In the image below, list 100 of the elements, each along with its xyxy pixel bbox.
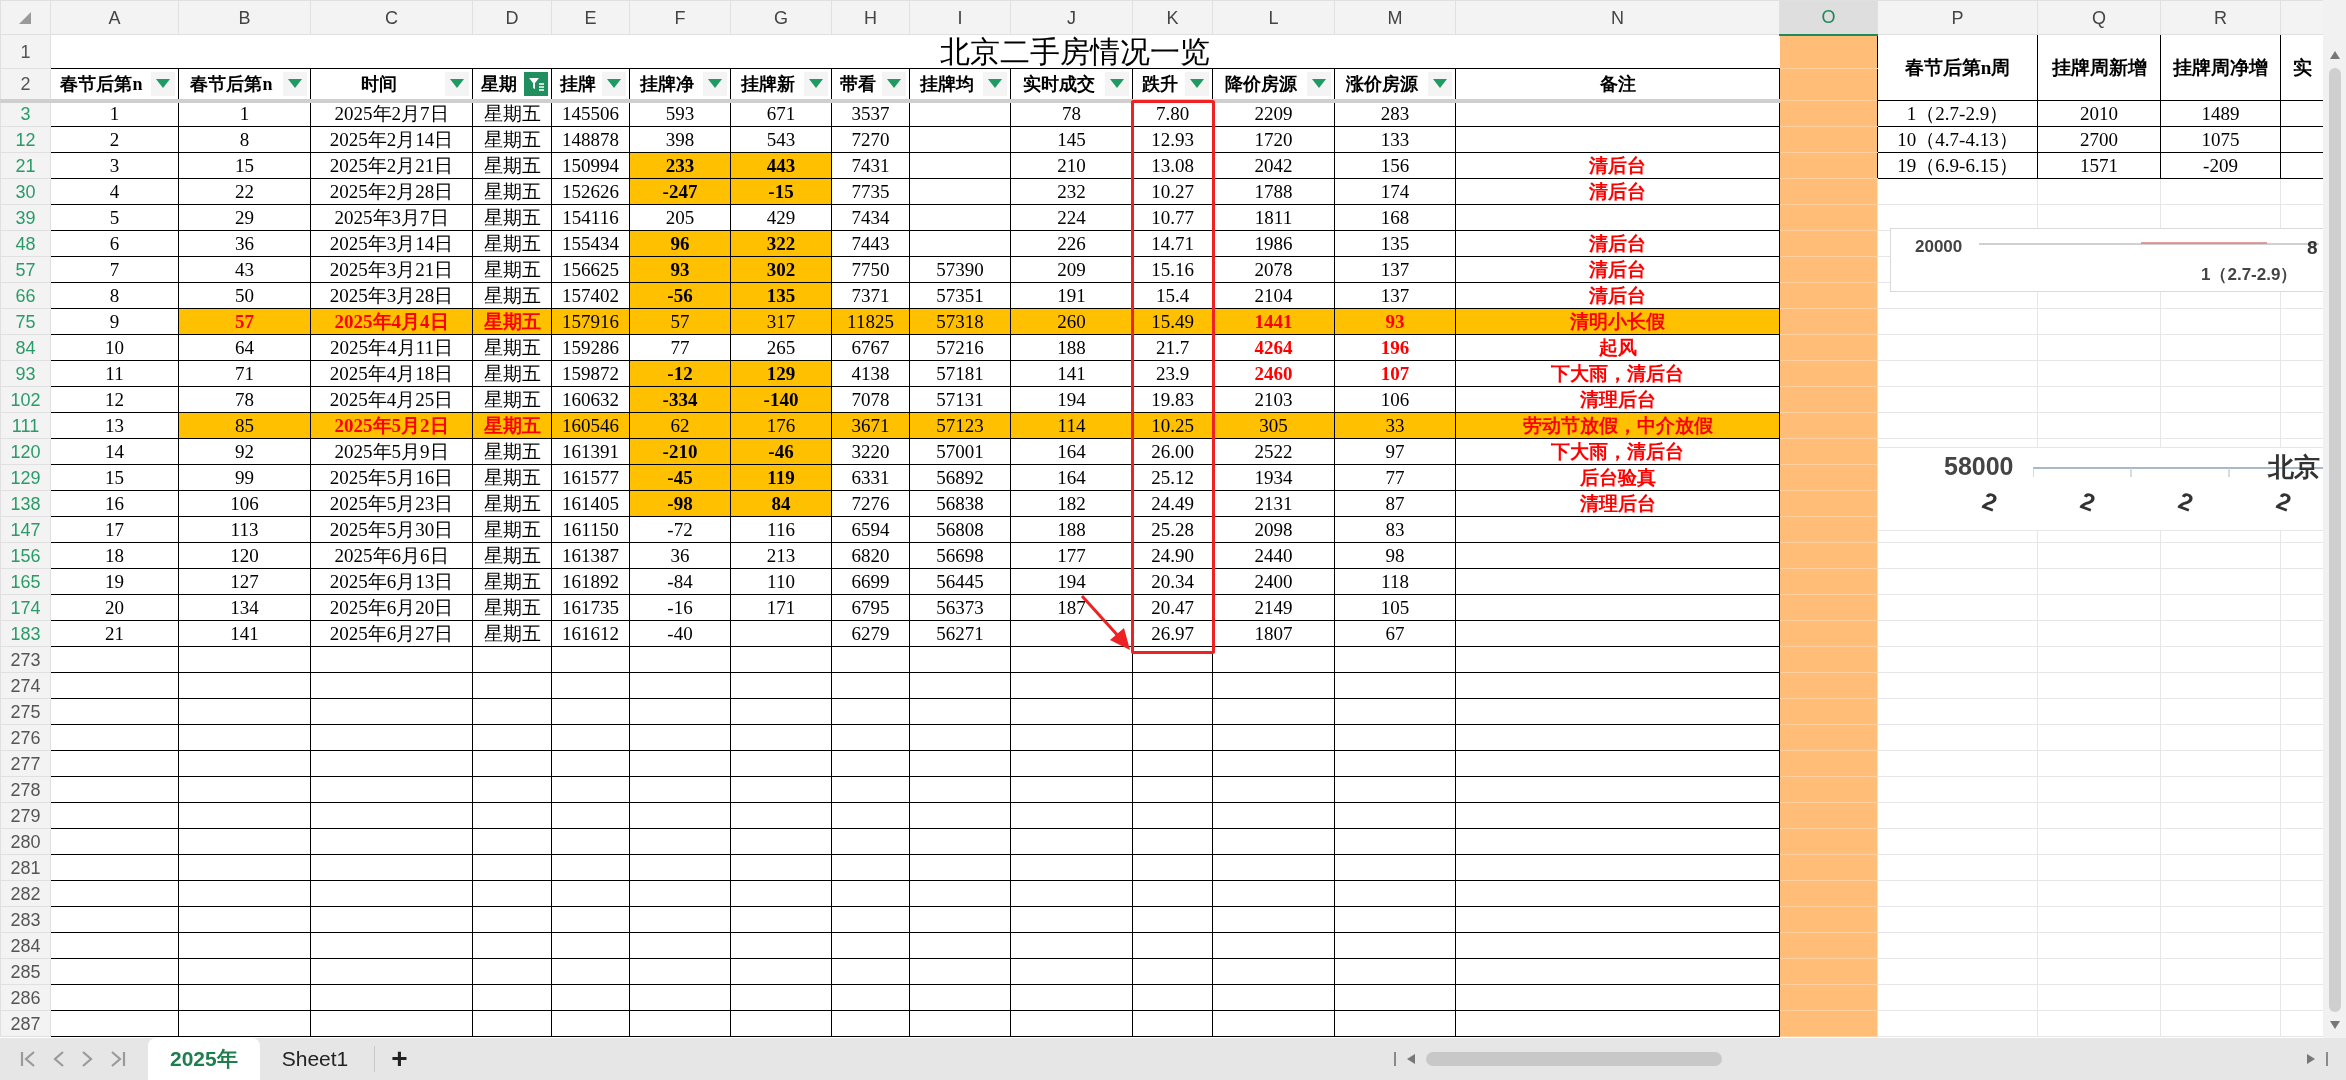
table-cell: 16 (50, 490, 179, 517)
dropdown-triangle-icon[interactable] (450, 78, 464, 89)
table-cell: 2025年2月28日 (310, 178, 473, 205)
filter-dropdown-button[interactable] (703, 71, 727, 96)
dropdown-triangle-icon[interactable] (809, 78, 823, 89)
table-cell: 56271 (909, 620, 1011, 647)
column-header[interactable]: J (1010, 0, 1133, 35)
dropdown-triangle-icon[interactable] (708, 78, 722, 89)
table-cell: 11825 (831, 308, 910, 335)
table-cell: 2042 (1212, 152, 1335, 179)
column-header[interactable]: I (909, 0, 1011, 35)
row-number[interactable]: 276 (0, 724, 51, 751)
table-cell: 161150 (551, 516, 630, 543)
column-title: 带看 (838, 72, 877, 95)
dropdown-triangle-icon[interactable] (1433, 78, 1447, 89)
column-header[interactable]: R (2160, 0, 2281, 35)
row-number[interactable]: 280 (0, 828, 51, 855)
table-cell: 13 (50, 412, 179, 439)
dropdown-triangle-icon[interactable] (1110, 78, 1124, 89)
filter-dropdown-button[interactable] (1185, 71, 1209, 96)
table-cell: 233 (629, 152, 731, 179)
row-number[interactable]: 283 (0, 906, 51, 933)
row-number[interactable]: 285 (0, 958, 51, 985)
table-cell: 2104 (1212, 282, 1335, 309)
column-header[interactable]: F (629, 0, 731, 35)
column-header[interactable]: G (730, 0, 832, 35)
scroll-thumb[interactable] (1426, 1052, 1722, 1066)
column-header[interactable]: B (178, 0, 311, 35)
previous-sheet-button[interactable] (52, 1049, 66, 1069)
table-cell: 265 (730, 334, 832, 361)
table-cell: 593 (629, 100, 731, 127)
sheet-tab[interactable]: 2025年 (148, 1038, 260, 1080)
row-number[interactable]: 279 (0, 802, 51, 829)
dropdown-triangle-icon[interactable] (288, 78, 302, 89)
table-header: 挂牌周新增 (2037, 34, 2161, 101)
row-number[interactable]: 282 (0, 880, 51, 907)
row-number[interactable]: 274 (0, 672, 51, 699)
row-number[interactable]: 284 (0, 932, 51, 959)
vertical-scrollbar[interactable] (2323, 0, 2346, 1038)
column-header[interactable]: C (310, 0, 473, 35)
table-cell: 77 (629, 334, 731, 361)
filter-dropdown-button[interactable] (1105, 71, 1129, 96)
select-all-icon[interactable] (19, 11, 31, 24)
column-header[interactable]: Q (2037, 0, 2161, 35)
table-cell: 6795 (831, 594, 910, 621)
chart-title: 北京 (2268, 451, 2320, 484)
column-header[interactable]: N (1455, 0, 1780, 35)
column-header[interactable]: M (1334, 0, 1456, 35)
filter-dropdown-button[interactable] (804, 71, 828, 96)
scroll-up-icon[interactable] (2328, 50, 2341, 60)
filter-dropdown-button[interactable] (445, 71, 469, 96)
column-header[interactable]: K (1132, 0, 1213, 35)
dropdown-triangle-icon[interactable] (156, 78, 170, 89)
column-header[interactable]: D (472, 0, 552, 35)
row-number[interactable]: 273 (0, 646, 51, 673)
scroll-left-icon[interactable] (1406, 1053, 1416, 1065)
row-number[interactable]: 2 (0, 68, 51, 101)
row-number[interactable]: 278 (0, 776, 51, 803)
filter-dropdown-button[interactable] (1428, 71, 1452, 96)
table-cell: 7078 (831, 386, 910, 413)
add-sheet-button[interactable]: + (385, 1043, 414, 1075)
table-cell: 671 (730, 100, 832, 127)
row-number[interactable]: 1 (0, 34, 51, 69)
filter-dropdown-button[interactable] (602, 71, 626, 96)
filter-dropdown-button[interactable] (882, 71, 906, 96)
row-number[interactable]: 281 (0, 854, 51, 881)
table-cell: 6820 (831, 542, 910, 569)
table-cell: 118 (1334, 568, 1456, 595)
dropdown-triangle-icon[interactable] (607, 78, 621, 89)
next-sheet-button[interactable] (80, 1049, 94, 1069)
dropdown-triangle-icon[interactable] (1190, 78, 1204, 89)
table-cell: 56445 (909, 568, 1011, 595)
filter-dropdown-button[interactable] (151, 71, 175, 96)
table-cell: 下大雨，清后台 (1455, 438, 1780, 465)
table-cell: 176 (730, 412, 832, 439)
dropdown-triangle-icon[interactable] (1312, 78, 1326, 89)
filter-dropdown-button[interactable] (283, 71, 307, 96)
filter-dropdown-button[interactable] (1307, 71, 1331, 96)
column-header[interactable]: P (1877, 0, 2038, 35)
scroll-down-icon[interactable] (2328, 1020, 2341, 1030)
dropdown-triangle-icon[interactable] (988, 78, 1002, 89)
sheet-tab[interactable]: Sheet1 (259, 1038, 371, 1080)
scroll-thumb[interactable] (2328, 68, 2341, 1012)
dropdown-triangle-icon[interactable] (887, 78, 901, 89)
table-cell: 星期五 (472, 152, 552, 179)
row-number[interactable]: 286 (0, 984, 51, 1011)
column-header[interactable]: A (50, 0, 179, 35)
table-cell: 7443 (831, 230, 910, 257)
table-cell: 57351 (909, 282, 1011, 309)
row-number[interactable]: 287 (0, 1010, 51, 1037)
filter-dropdown-button[interactable] (983, 71, 1007, 96)
column-header[interactable]: L (1212, 0, 1335, 35)
scroll-right-icon[interactable] (2306, 1053, 2316, 1065)
table-cell: 33 (1334, 412, 1456, 439)
row-number[interactable]: 275 (0, 698, 51, 725)
table-cell: 星期五 (472, 464, 552, 491)
column-header[interactable]: E (551, 0, 630, 35)
table-cell: -209 (2160, 152, 2281, 179)
column-header[interactable]: H (831, 0, 910, 35)
row-number[interactable]: 277 (0, 750, 51, 777)
